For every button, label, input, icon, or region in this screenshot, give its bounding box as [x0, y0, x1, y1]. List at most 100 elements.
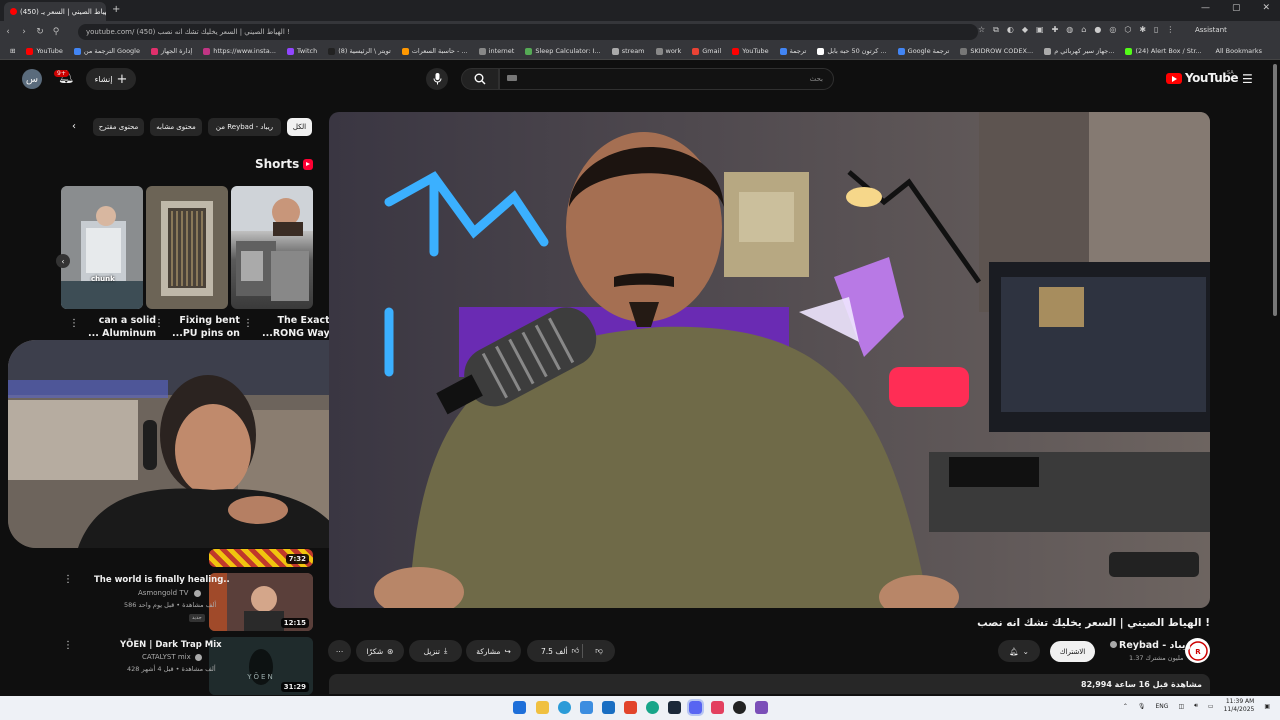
extension-icon[interactable]: ▣	[1036, 25, 1044, 35]
extension-icon[interactable]: ⌂	[1081, 25, 1086, 35]
short-thumbnail-2[interactable]	[146, 186, 228, 309]
keyboard-icon[interactable]	[507, 75, 517, 81]
extension-icon[interactable]: ◍	[1066, 25, 1073, 35]
start-windows-icon[interactable]	[513, 701, 526, 714]
bookmark-item[interactable]: (24) Alert Box / Str...	[1125, 47, 1202, 55]
bookmark-item[interactable]: SKIDROW CODEX...	[960, 47, 1033, 55]
bookmark-item[interactable]: ترجمة	[779, 47, 806, 55]
bookmark-item[interactable]: internet	[478, 47, 514, 55]
all-bookmarks[interactable]: All Bookmarks	[1216, 47, 1262, 55]
minimize-icon[interactable]: —	[1201, 3, 1210, 13]
forward-icon[interactable]: ›	[16, 27, 32, 37]
new-tab-button[interactable]: +	[112, 4, 120, 15]
notification-settings-button[interactable]: 🔔︎ ⌄	[998, 640, 1040, 662]
volume-icon[interactable]: 🔊︎	[1194, 702, 1198, 710]
chips-prev-chevron-icon[interactable]: ‹	[72, 121, 76, 132]
reload-icon[interactable]: ↻	[32, 27, 48, 37]
network-icon[interactable]: ◫	[1178, 703, 1184, 710]
maximize-icon[interactable]: ▢	[1232, 3, 1241, 13]
video-thumbnail-1[interactable]: 7:32	[209, 549, 313, 567]
bookmark-item[interactable]: work	[655, 47, 681, 55]
close-icon[interactable]: ✕	[1262, 3, 1270, 13]
voice-search-mic-icon[interactable]	[426, 68, 448, 90]
bookmark-item[interactable]: stream	[611, 47, 645, 55]
mic-tray-icon[interactable]: 🎙︎	[1138, 703, 1146, 710]
url-field[interactable]: youtube.com/ (450) الهياط الصيني | السعر…	[78, 24, 978, 40]
bookmarks-apps-icon[interactable]: ⊞	[10, 47, 15, 55]
bookmark-item[interactable]: الترجمة من Google	[73, 47, 140, 55]
app-icon[interactable]	[646, 701, 659, 714]
channel-name[interactable]: Reybad - ريباد	[1110, 640, 1191, 651]
video-channel[interactable]: CATALYST mix	[142, 653, 191, 661]
file-explorer-icon[interactable]	[536, 701, 549, 714]
battery-icon[interactable]: ▭	[1208, 703, 1214, 710]
brave-icon[interactable]	[624, 701, 637, 714]
video-thumbnail-3[interactable]: YŌEN 31:29	[209, 637, 313, 695]
video-channel[interactable]: Asmongold TV	[138, 589, 188, 597]
back-icon[interactable]: ‹	[0, 27, 16, 37]
bookmark-star-icon[interactable]: ☆	[978, 25, 985, 35]
sidebar-icon[interactable]: ▯	[1154, 25, 1158, 35]
short-title-1[interactable]: The Exact ...RONG Way	[262, 314, 330, 340]
chip-all[interactable]: الكل	[287, 118, 312, 136]
bookmark-item[interactable]: https://www.insta...	[203, 47, 276, 55]
hamburger-menu-icon[interactable]: ☰	[1242, 72, 1253, 86]
extension-icon[interactable]: ◎	[1109, 25, 1116, 35]
bookmark-item[interactable]: YouTube	[26, 47, 63, 55]
short-title-2[interactable]: Fixing bent ...PU pins on	[172, 314, 240, 340]
description-box[interactable]: 82,994 مشاهدة قبل 16 ساعة	[329, 674, 1210, 694]
obs-icon[interactable]	[733, 701, 746, 714]
subscribe-button[interactable]: الاشتراك	[1050, 641, 1095, 662]
short-3-more-icon[interactable]: ⋮	[69, 318, 79, 329]
video-more-icon[interactable]: ⋮	[63, 640, 73, 651]
bookmark-item[interactable]: حاسبة السعرات - ...	[401, 47, 468, 55]
browser-tab[interactable]: (450) الهياط الصيني | السعر يـ	[4, 2, 106, 21]
bookmark-item[interactable]: YouTube	[732, 47, 769, 55]
discord-icon[interactable]	[687, 699, 704, 716]
video-more-icon[interactable]: ⋮	[63, 574, 73, 585]
like-button[interactable]: 7.5 ألف 👍︎	[527, 646, 582, 656]
short-1-more-icon[interactable]: ⋮	[243, 318, 253, 329]
search-input[interactable]: بحث	[499, 68, 834, 90]
extension-icon[interactable]: ⬡	[1124, 25, 1131, 35]
dislike-button[interactable]: 👎︎	[583, 646, 615, 656]
thanks-button[interactable]: شكرًا ⊛	[356, 640, 404, 662]
page-scrollbar-thumb[interactable]	[1273, 64, 1277, 316]
bookmark-item[interactable]: جهاز سير كهربائي م...	[1044, 47, 1114, 55]
clock[interactable]: 11:39 AM 11/4/2025	[1224, 698, 1255, 714]
short-thumbnail-3[interactable]: chunk	[61, 186, 143, 309]
app-icon[interactable]	[580, 701, 593, 714]
share-button[interactable]: مشاركة ↪	[466, 640, 521, 662]
bookmark-item[interactable]: Google ترجمة	[897, 47, 949, 55]
bookmark-item[interactable]: (8) تويتر \ الرئيسية	[328, 47, 391, 55]
account-avatar[interactable]: س	[22, 69, 42, 89]
short-thumbnail-1[interactable]	[231, 186, 313, 309]
more-actions-button[interactable]: ⋯	[328, 640, 351, 662]
video-title[interactable]: The world is finally healing..	[94, 575, 230, 585]
chip-from-channel[interactable]: من Reybad - ريباد	[208, 118, 281, 136]
chip-suggested[interactable]: محتوى مقترح	[93, 118, 144, 136]
short-title-3[interactable]: can a solid ... Aluminum	[88, 314, 156, 340]
app-icon[interactable]	[602, 701, 615, 714]
app-icon[interactable]	[711, 701, 724, 714]
extension-icon[interactable]: ●	[1094, 25, 1101, 35]
site-info-icon[interactable]: ⚲	[48, 27, 64, 37]
bookmark-item[interactable]: Gmail	[692, 47, 721, 55]
bookmark-item[interactable]: كرتون 50 حبه بابل ...	[817, 47, 887, 55]
search-button[interactable]	[461, 68, 499, 90]
shorts-prev-chevron-icon[interactable]: ‹	[56, 254, 70, 268]
create-button[interactable]: إنشاء +	[86, 68, 136, 90]
chrome-browser-icon[interactable]	[558, 701, 571, 714]
extension-icon[interactable]: ⧉	[993, 25, 999, 35]
notification-center-icon[interactable]: ▣	[1264, 703, 1270, 710]
video-player[interactable]	[329, 112, 1210, 608]
language-indicator[interactable]: ENG	[1156, 703, 1169, 710]
extension-icon[interactable]: ◐	[1007, 25, 1014, 35]
video-title[interactable]: YŌEN | Dark Trap Mix	[120, 640, 222, 650]
extension-icon[interactable]: ✚	[1052, 25, 1059, 35]
bookmark-item[interactable]: إدارة الجهاز	[150, 47, 192, 55]
bookmark-item[interactable]: Twitch	[286, 47, 317, 55]
extension-icon[interactable]: ◆	[1022, 25, 1028, 35]
app-icon[interactable]	[755, 701, 768, 714]
menu-icon[interactable]: ⋮	[1166, 25, 1174, 35]
